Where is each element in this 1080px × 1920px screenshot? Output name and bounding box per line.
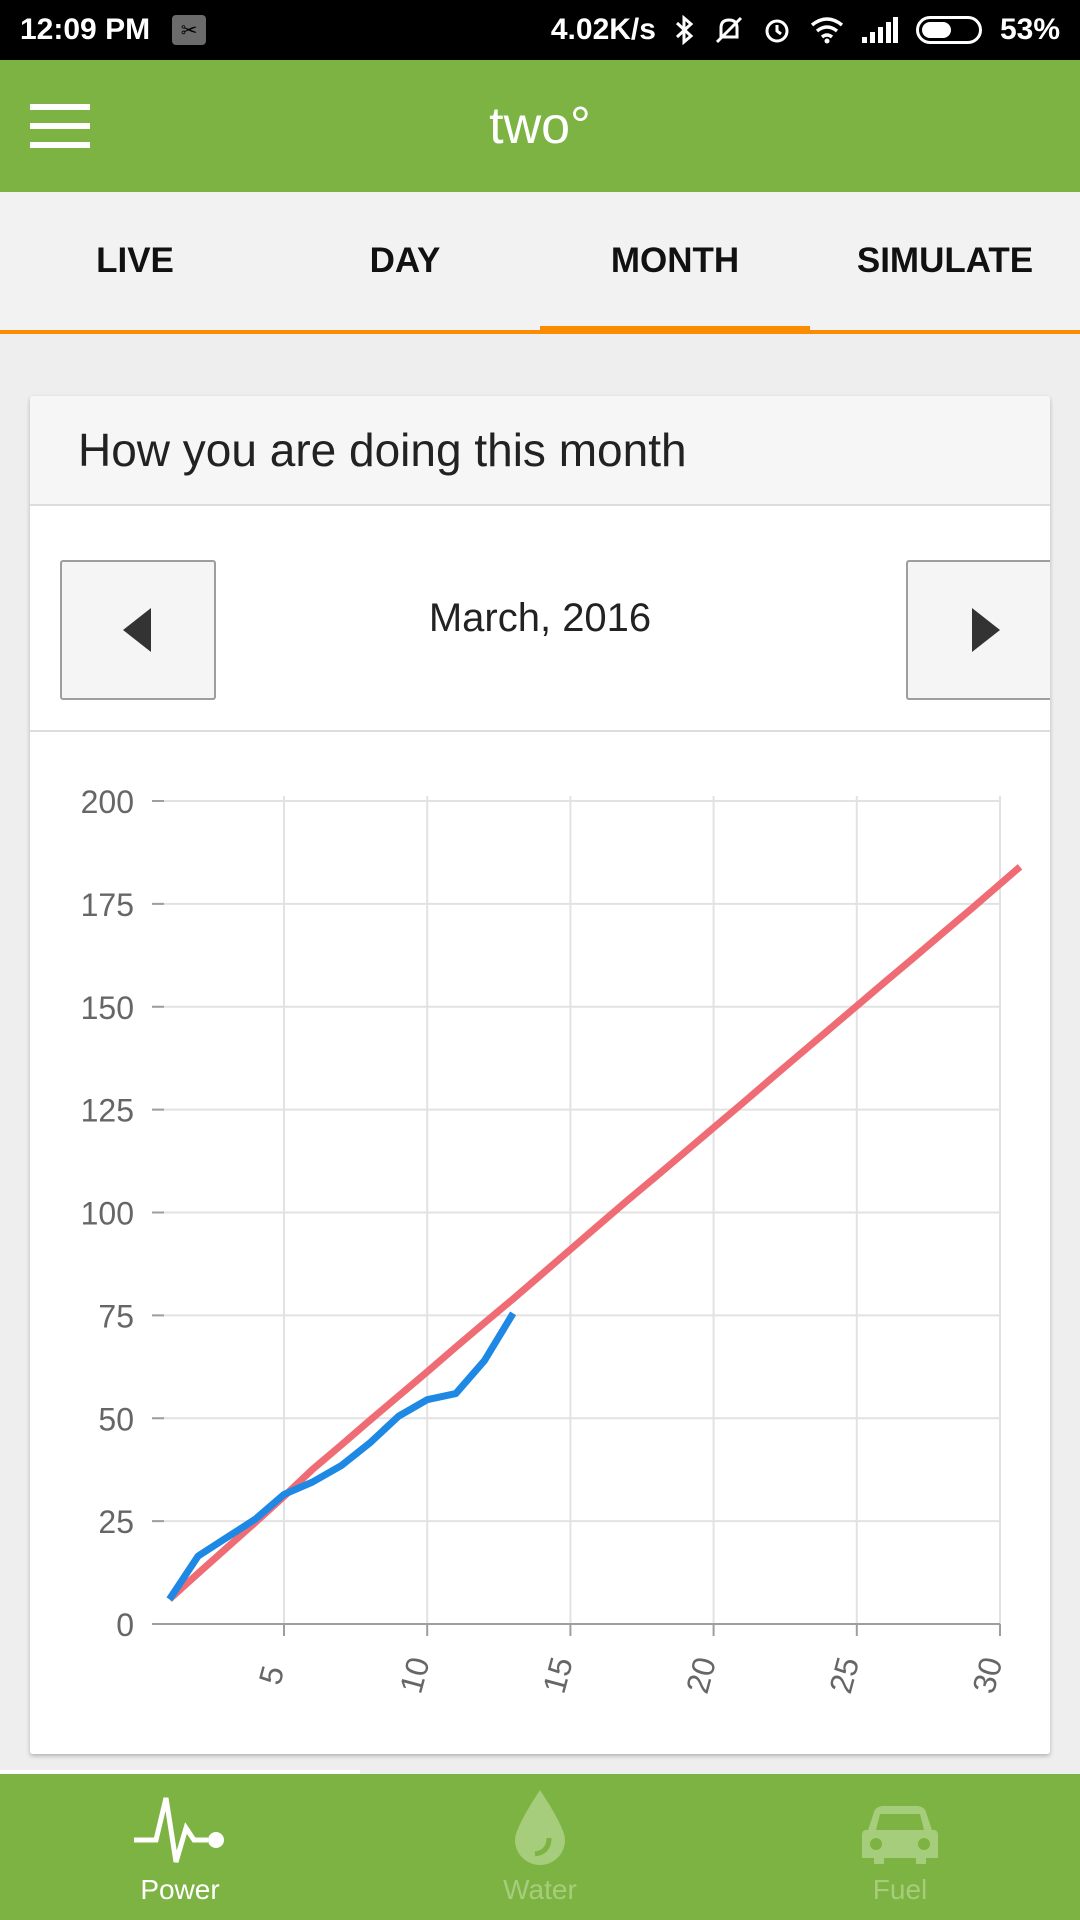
car-icon <box>862 1806 938 1864</box>
app-bar: two° <box>0 60 1080 192</box>
line-chart: 0 25 50 75 100 125 150 175 200 5 10 15 20 25 30 <box>81 784 1023 1697</box>
bottom-nav-water[interactable]: Water <box>360 1774 720 1920</box>
y-tick-label: 50 <box>98 1401 134 1437</box>
bottom-nav-label: Power <box>140 1874 220 1905</box>
y-tick-label: 125 <box>81 1093 134 1129</box>
bottom-nav-power[interactable]: Power <box>0 1774 360 1920</box>
y-tick-label: 175 <box>81 887 134 923</box>
previous-month-button[interactable] <box>60 560 216 700</box>
x-tick-label: 20 <box>679 1653 723 1697</box>
x-tick-label: 15 <box>536 1653 580 1697</box>
x-tick-label: 30 <box>965 1653 1009 1697</box>
card-title: How you are doing this month <box>30 396 1050 506</box>
bluetooth-icon <box>674 15 696 45</box>
bottom-nav: Power Water Fuel <box>0 1774 1080 1920</box>
month-selector: March, 2016 <box>30 506 1050 732</box>
x-tick-label: 10 <box>393 1653 437 1697</box>
y-tick-label: 200 <box>81 784 134 820</box>
bottom-nav-label: Fuel <box>872 1874 928 1905</box>
pulse-icon <box>134 1797 224 1863</box>
next-month-button[interactable] <box>906 560 1050 700</box>
tab-bar: LIVE DAY MONTH SIMULATE <box>0 192 1080 334</box>
month-card: How you are doing this month March, 2016… <box>30 396 1050 1754</box>
wifi-icon <box>810 16 844 44</box>
water-drop-icon <box>515 1790 565 1865</box>
bottom-nav-label: Water <box>503 1874 577 1905</box>
y-tick-label: 25 <box>98 1504 134 1540</box>
bottom-nav-fuel[interactable]: Fuel <box>720 1774 1080 1920</box>
app-title: two° <box>489 97 591 155</box>
battery-percent: 53% <box>999 13 1060 46</box>
x-tick-label: 5 <box>252 1662 291 1689</box>
status-time: 12:09 PM <box>20 13 151 46</box>
tab-day[interactable]: DAY <box>270 192 540 330</box>
silent-icon <box>714 15 744 45</box>
chevron-right-icon <box>972 608 1000 652</box>
tab-live[interactable]: LIVE <box>0 192 270 330</box>
tab-simulate[interactable]: SIMULATE <box>810 192 1080 330</box>
tab-month[interactable]: MONTH <box>540 192 810 334</box>
y-tick-label: 150 <box>81 990 134 1026</box>
battery-icon <box>915 16 982 44</box>
y-tick-label: 75 <box>98 1298 134 1334</box>
network-speed: 4.02K/s <box>550 13 656 46</box>
month-chart: 0 25 50 75 100 125 150 175 200 5 10 15 20 25 30 <box>30 734 1050 1754</box>
notification-icon: ✂ <box>172 15 207 45</box>
menu-icon[interactable] <box>30 104 90 148</box>
signal-icon <box>861 17 898 43</box>
y-tick-label: 100 <box>81 1196 134 1232</box>
month-label: March, 2016 <box>428 595 652 640</box>
alarm-icon <box>762 15 792 45</box>
y-tick-label: 0 <box>116 1607 134 1643</box>
x-tick-label: 25 <box>822 1653 866 1697</box>
status-bar: 12:09 PM ✂ 4.02K/s 53% <box>0 0 1080 60</box>
chevron-left-icon <box>123 608 151 652</box>
